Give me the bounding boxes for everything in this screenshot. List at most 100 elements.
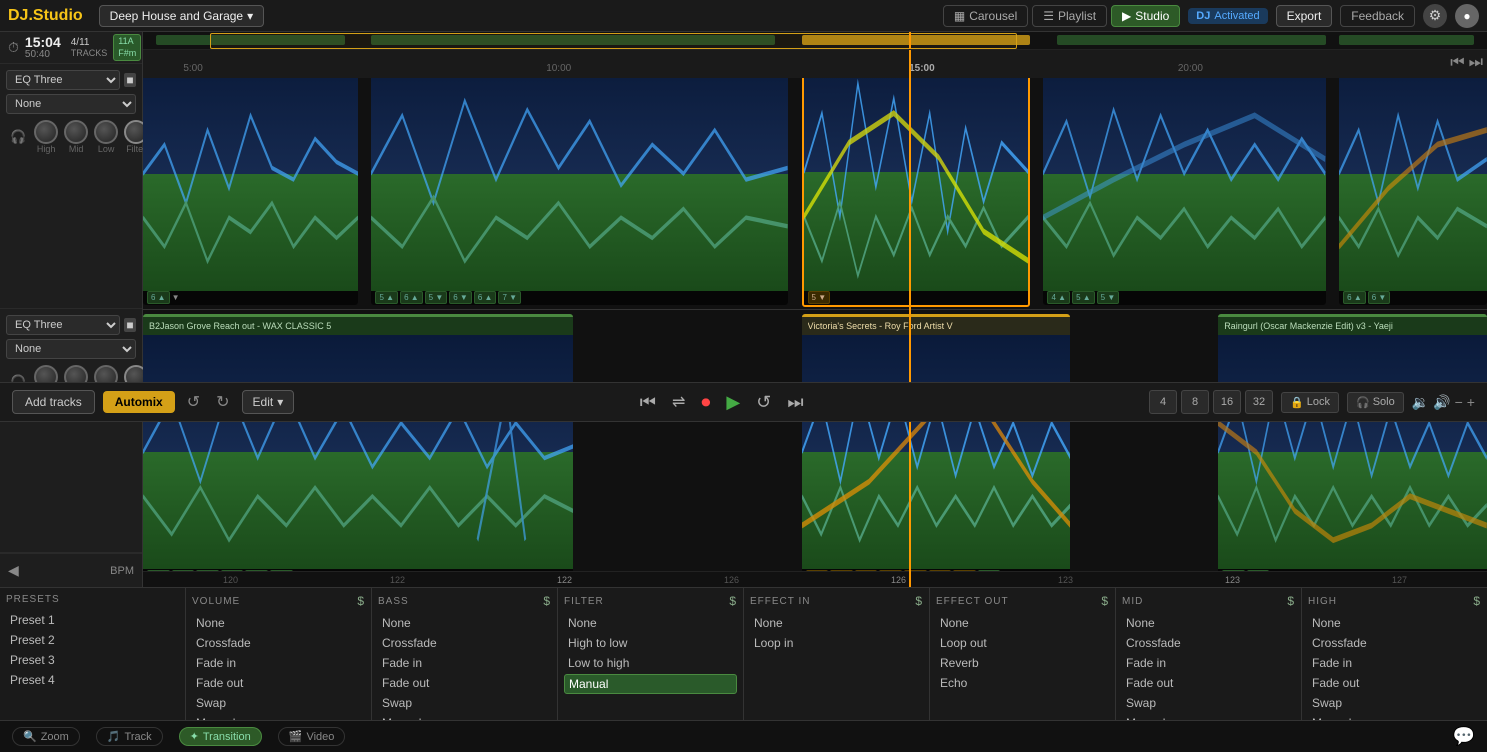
mid-dollar-icon[interactable]: $ (1287, 594, 1295, 608)
high-crossfade[interactable]: Crossfade (1308, 634, 1481, 652)
zoom-8-button[interactable]: 8 (1181, 390, 1209, 414)
preset-2[interactable]: Preset 2 (6, 631, 179, 649)
lock-button[interactable]: 🔒 Lock (1281, 392, 1339, 413)
solo-button[interactable]: 🎧 Solo (1347, 392, 1404, 413)
bass-fade-out[interactable]: Fade out (378, 674, 551, 692)
vol-mute-icon[interactable]: − (1455, 394, 1463, 410)
bass-swap[interactable]: Swap (378, 694, 551, 712)
mid-fade-in[interactable]: Fade in (1122, 654, 1295, 672)
volume-crossfade[interactable]: Crossfade (192, 634, 365, 652)
preset-1[interactable]: Preset 1 (6, 611, 179, 629)
transport-controls: ⏮ ⇌ ⏺ ▶ ↺ ⏭ (636, 390, 808, 415)
volume-fade-out[interactable]: Fade out (192, 674, 365, 692)
rewind-btn[interactable]: ⏮ (1450, 54, 1464, 72)
filter-manual[interactable]: Manual (564, 674, 737, 694)
add-tracks-button[interactable]: Add tracks (12, 390, 95, 414)
effect-out-none[interactable]: None (936, 614, 1109, 632)
mid-title: MID (1122, 596, 1143, 607)
effect-out-echo[interactable]: Echo (936, 674, 1109, 692)
headphone-icon-1[interactable]: 🎧 (10, 129, 26, 145)
high-label-1: High (37, 144, 56, 154)
effect-out-loop-out[interactable]: Loop out (936, 634, 1109, 652)
mid-none[interactable]: None (1122, 614, 1295, 632)
eq-select-2[interactable]: EQ Three None (6, 315, 120, 335)
nav-studio[interactable]: ▶ Studio (1111, 5, 1180, 27)
edit-button[interactable]: Edit ▾ (242, 390, 295, 414)
bass-section: BASS $ None Crossfade Fade in Fade out S… (372, 588, 558, 720)
track-clip-b3[interactable]: Raingurl (Oscar Mackenzie Edit) v3 - Yae… (1218, 314, 1487, 584)
eq-toggle-2[interactable]: ■ (124, 318, 136, 332)
low-knob-1[interactable] (94, 120, 118, 144)
high-none[interactable]: None (1308, 614, 1481, 632)
track-clip-b2[interactable]: Victoria's Secrets - Roy Ford Artist V 4… (802, 314, 1071, 584)
volume-fade-in[interactable]: Fade in (192, 654, 365, 672)
none-select-2[interactable]: None (6, 339, 136, 359)
mid-knob-1[interactable] (64, 120, 88, 144)
effect-out-reverb[interactable]: Reverb (936, 654, 1109, 672)
chat-icon[interactable]: 💬 (1453, 726, 1475, 747)
high-knob-1[interactable] (34, 120, 58, 144)
bass-fade-in[interactable]: Fade in (378, 654, 551, 672)
preset-4[interactable]: Preset 4 (6, 671, 179, 689)
project-button[interactable]: Deep House and Garage ▾ (99, 5, 264, 27)
transition-tab[interactable]: ✦ Transition (179, 727, 262, 746)
eq-toggle-1[interactable]: ■ (124, 73, 136, 87)
feedback-button[interactable]: Feedback (1340, 5, 1415, 27)
mix-button[interactable]: ⇌ (668, 390, 689, 414)
filter-high-to-low[interactable]: High to low (564, 634, 737, 652)
skip-back-button[interactable]: ⏮ (636, 390, 660, 415)
user-avatar[interactable]: ● (1455, 4, 1479, 28)
timeline-overview[interactable] (143, 32, 1487, 50)
carousel-icon: ▦ (954, 9, 965, 23)
zoom-16-button[interactable]: 16 (1213, 390, 1241, 414)
high-fade-out[interactable]: Fade out (1308, 674, 1481, 692)
viewport-indicator[interactable] (210, 33, 1016, 49)
vol-down-icon[interactable]: 🔉 (1412, 394, 1429, 411)
volume-swap[interactable]: Swap (192, 694, 365, 712)
zoom-tab[interactable]: 🔍 Zoom (12, 727, 80, 746)
bass-crossfade[interactable]: Crossfade (378, 634, 551, 652)
undo-button[interactable]: ↺ (183, 390, 204, 414)
vol-up-icon[interactable]: 🔊 (1433, 394, 1450, 411)
loop-button[interactable]: ↺ (752, 390, 775, 415)
high-dollar-icon[interactable]: $ (1473, 594, 1481, 608)
none-select-1[interactable]: None (6, 94, 136, 114)
nav-playlist[interactable]: ☰ Playlist (1032, 5, 1107, 27)
redo-button[interactable]: ↻ (212, 390, 233, 414)
fast-forward-btn[interactable]: ⏭ (1469, 54, 1483, 72)
filter-dollar-icon[interactable]: $ (729, 594, 737, 608)
settings-icon[interactable]: ⚙ (1423, 4, 1447, 28)
volume-none[interactable]: None (192, 614, 365, 632)
video-tab[interactable]: 🎬 Video (278, 727, 346, 746)
filter-none[interactable]: None (564, 614, 737, 632)
bass-none[interactable]: None (378, 614, 551, 632)
mid-crossfade[interactable]: Crossfade (1122, 634, 1295, 652)
preset-3[interactable]: Preset 3 (6, 651, 179, 669)
high-swap[interactable]: Swap (1308, 694, 1481, 712)
effect-in-loop-in[interactable]: Loop in (750, 634, 923, 652)
zoom-32-button[interactable]: 32 (1245, 390, 1273, 414)
filter-low-to-high[interactable]: Low to high (564, 654, 737, 672)
mid-fade-out[interactable]: Fade out (1122, 674, 1295, 692)
mid-swap[interactable]: Swap (1122, 694, 1295, 712)
play-button[interactable]: ▶ (722, 390, 744, 415)
high-fade-in[interactable]: Fade in (1308, 654, 1481, 672)
skip-forward-button[interactable]: ⏭ (783, 390, 807, 415)
vol-max-icon[interactable]: + (1467, 394, 1475, 410)
zoom-4-button[interactable]: 4 (1149, 390, 1177, 414)
bass-dollar-icon[interactable]: $ (543, 594, 551, 608)
high-items: None Crossfade Fade in Fade out Swap Man… (1308, 614, 1481, 720)
record-button[interactable]: ⏺ (697, 390, 714, 415)
track-clip-b1[interactable]: B2Jason Grove Reach out - WAX CLASSIC 5 … (143, 314, 573, 584)
eq-select-1[interactable]: EQ Three None (6, 70, 120, 90)
volume-dollar-icon[interactable]: $ (357, 594, 365, 608)
automix-button[interactable]: Automix (103, 391, 175, 413)
export-button[interactable]: Export (1276, 5, 1333, 27)
effect-out-dollar-icon[interactable]: $ (1101, 594, 1109, 608)
effect-in-none[interactable]: None (750, 614, 923, 632)
clip-b2-title: Victoria's Secrets - Roy Ford Artist V (808, 321, 953, 331)
ruler-label-1500: 15:00 (909, 60, 935, 74)
track-tab[interactable]: 🎵 Track (96, 727, 163, 746)
nav-carousel[interactable]: ▦ Carousel (943, 5, 1028, 27)
effect-in-dollar-icon[interactable]: $ (915, 594, 923, 608)
